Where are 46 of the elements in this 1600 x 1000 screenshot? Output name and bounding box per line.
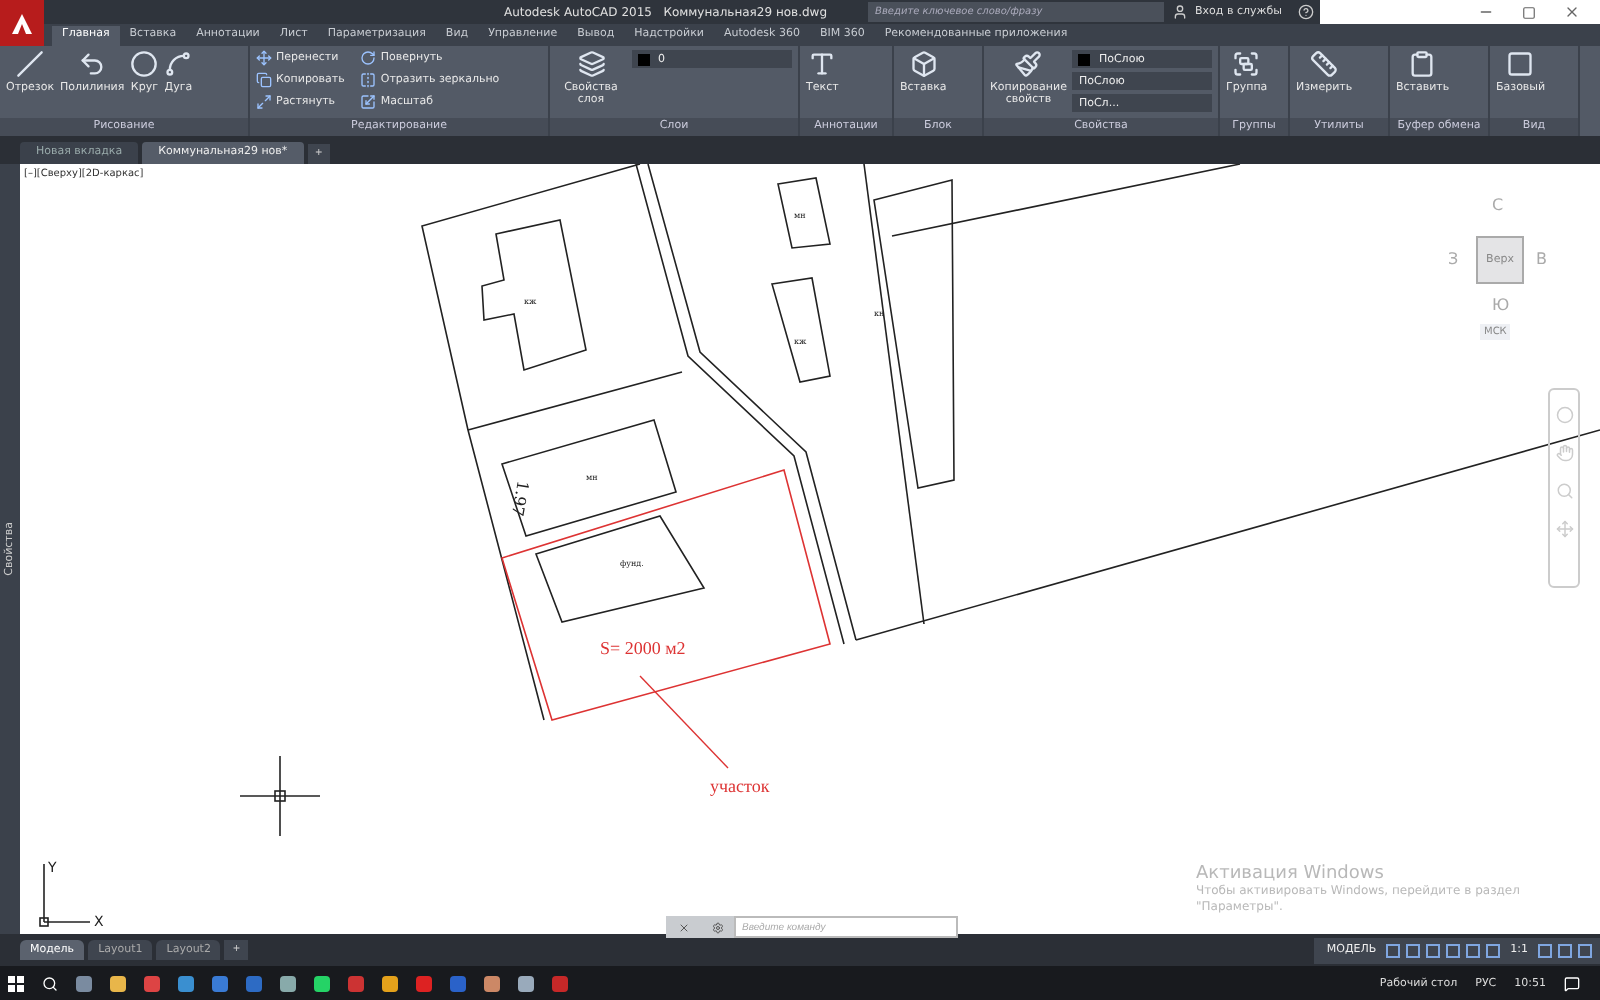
cube-icon — [909, 50, 938, 78]
mirror-icon — [360, 72, 377, 88]
leader-label: участок — [710, 776, 770, 796]
stretch-icon — [256, 94, 272, 110]
taskbar-app-icon[interactable] — [280, 975, 296, 991]
close-icon[interactable] — [1564, 4, 1580, 20]
logo-icon — [10, 11, 34, 35]
notification-icon[interactable] — [1564, 975, 1580, 991]
polyline-icon — [78, 50, 107, 78]
taskbar-app-icon[interactable] — [144, 975, 160, 991]
app-menu-button[interactable] — [0, 0, 44, 46]
copy-icon — [256, 72, 272, 88]
taskbar-app-icon[interactable] — [110, 975, 126, 991]
group-icon — [1232, 50, 1261, 78]
ucs-axes-icon — [39, 863, 91, 927]
area-label: S= 2000 м2 — [600, 638, 686, 658]
scale-icon — [360, 94, 377, 110]
dimension-label: 1.97 — [507, 479, 532, 518]
crosshair-cursor — [239, 755, 321, 837]
close-icon[interactable] — [677, 921, 689, 933]
layers-icon — [577, 50, 605, 78]
line-icon — [16, 50, 45, 78]
leader-line — [639, 675, 729, 769]
move-icon — [256, 50, 272, 66]
maximize-icon[interactable] — [1522, 5, 1536, 19]
user-icon — [1171, 4, 1188, 20]
windows-logo-icon[interactable] — [8, 975, 24, 991]
taskbar-app-icon[interactable] — [212, 975, 228, 991]
activation-title: Активация Windows — [1196, 864, 1386, 884]
taskbar-app-icon[interactable] — [484, 975, 500, 991]
search-icon[interactable] — [42, 975, 58, 991]
settings-icon[interactable] — [711, 921, 723, 933]
taskbar-app-icon[interactable] — [382, 975, 398, 991]
circle-icon — [130, 50, 159, 78]
rotate-icon — [360, 50, 377, 66]
text-icon — [808, 50, 837, 78]
taskbar-app-icon[interactable] — [178, 975, 194, 991]
taskbar-app-icon[interactable] — [518, 975, 534, 991]
clipboard-icon — [1408, 50, 1437, 78]
brush-icon — [1014, 50, 1043, 78]
arc-icon — [164, 50, 193, 78]
taskbar-app-icon[interactable] — [314, 975, 330, 991]
taskbar-app-icon[interactable] — [76, 975, 92, 991]
square-icon — [1506, 50, 1535, 78]
ruler-icon — [1310, 50, 1339, 78]
help-icon[interactable] — [1297, 4, 1314, 20]
